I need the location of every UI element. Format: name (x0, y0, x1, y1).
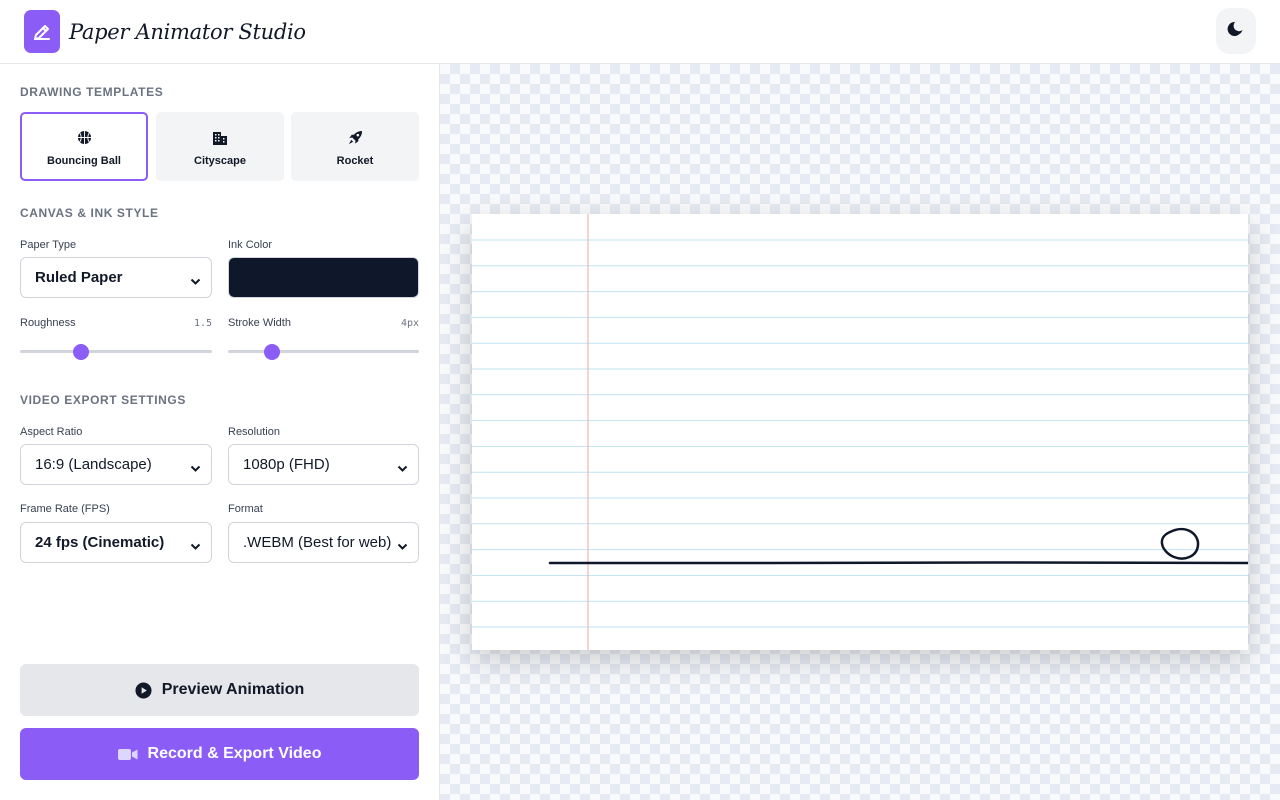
template-label: Rocket (336, 154, 374, 167)
aspect-ratio-value: 16:9 (Landscape) (35, 456, 152, 473)
format-value: .WEBM (Best for web) (243, 534, 392, 551)
ruled-paper-canvas[interactable] (472, 214, 1248, 650)
theme-toggle-button[interactable] (1216, 8, 1256, 54)
canvas-preview-area (440, 64, 1280, 800)
app-title: Paper Animator Studio (69, 20, 306, 44)
resolution-value: 1080p (FHD) (243, 456, 330, 473)
section-title-video: VIDEO EXPORT SETTINGS (20, 393, 186, 407)
chevron-down-icon (397, 460, 408, 477)
record-export-button[interactable]: Record & Export Video (20, 728, 419, 780)
chevron-down-icon (190, 273, 201, 290)
roughness-slider[interactable] (20, 342, 212, 362)
app-header: Paper Animator Studio (0, 0, 1280, 64)
building-icon (212, 129, 228, 147)
template-label: Bouncing Ball (47, 154, 121, 167)
format-select[interactable]: .WEBM (Best for web) (228, 522, 419, 563)
rocket-icon (348, 129, 363, 147)
slider-track (20, 350, 212, 353)
paper-type-select[interactable]: Ruled Paper (20, 257, 212, 298)
roughness-label: Roughness (20, 317, 76, 329)
template-label: Cityscape (194, 154, 246, 167)
resolution-select[interactable]: 1080p (FHD) (228, 444, 419, 485)
chevron-down-icon (190, 538, 201, 555)
frame-rate-label: Frame Rate (FPS) (20, 503, 110, 515)
section-title-canvas: CANVAS & INK STYLE (20, 206, 159, 220)
slider-thumb[interactable] (73, 344, 89, 360)
format-label: Format (228, 503, 263, 515)
frame-rate-select[interactable]: 24 fps (Cinematic) (20, 522, 212, 563)
ball-stroke (1160, 527, 1200, 560)
template-cityscape[interactable]: Cityscape (156, 112, 284, 181)
slider-track (228, 350, 419, 353)
frame-rate-value: 24 fps (Cinematic) (35, 534, 165, 551)
basketball-icon (77, 129, 92, 147)
stroke-width-label: Stroke Width (228, 317, 291, 329)
chevron-down-icon (190, 460, 201, 477)
stroke-width-slider[interactable] (228, 342, 419, 362)
slider-thumb[interactable] (264, 344, 280, 360)
animation-canvas (472, 214, 1248, 650)
preview-animation-button[interactable]: Preview Animation (20, 664, 419, 716)
chevron-down-icon (397, 538, 408, 555)
ground-stroke (548, 561, 1248, 565)
paper-type-value: Ruled Paper (35, 269, 123, 286)
ink-color-label: Ink Color (228, 239, 273, 251)
ink-color-picker[interactable] (228, 257, 419, 298)
pencil-icon (24, 10, 60, 53)
stroke-width-value: 4px (400, 318, 419, 329)
play-circle-icon (135, 681, 152, 699)
template-bouncing-ball[interactable]: Bouncing Ball (20, 112, 148, 181)
section-title-templates: DRAWING TEMPLATES (20, 85, 164, 99)
resolution-label: Resolution (228, 426, 280, 438)
template-rocket[interactable]: Rocket (291, 112, 419, 181)
preview-animation-label: Preview Animation (161, 681, 305, 698)
roughness-value: 1.5 (193, 318, 212, 329)
video-camera-icon (117, 748, 138, 761)
settings-sidebar: DRAWING TEMPLATES Bouncing Ball Cityscap… (0, 64, 440, 800)
aspect-ratio-select[interactable]: 16:9 (Landscape) (20, 444, 212, 485)
paper-type-label: Paper Type (20, 239, 77, 251)
moon-icon (1227, 20, 1245, 43)
record-export-label: Record & Export Video (147, 745, 322, 762)
aspect-ratio-label: Aspect Ratio (20, 426, 83, 438)
